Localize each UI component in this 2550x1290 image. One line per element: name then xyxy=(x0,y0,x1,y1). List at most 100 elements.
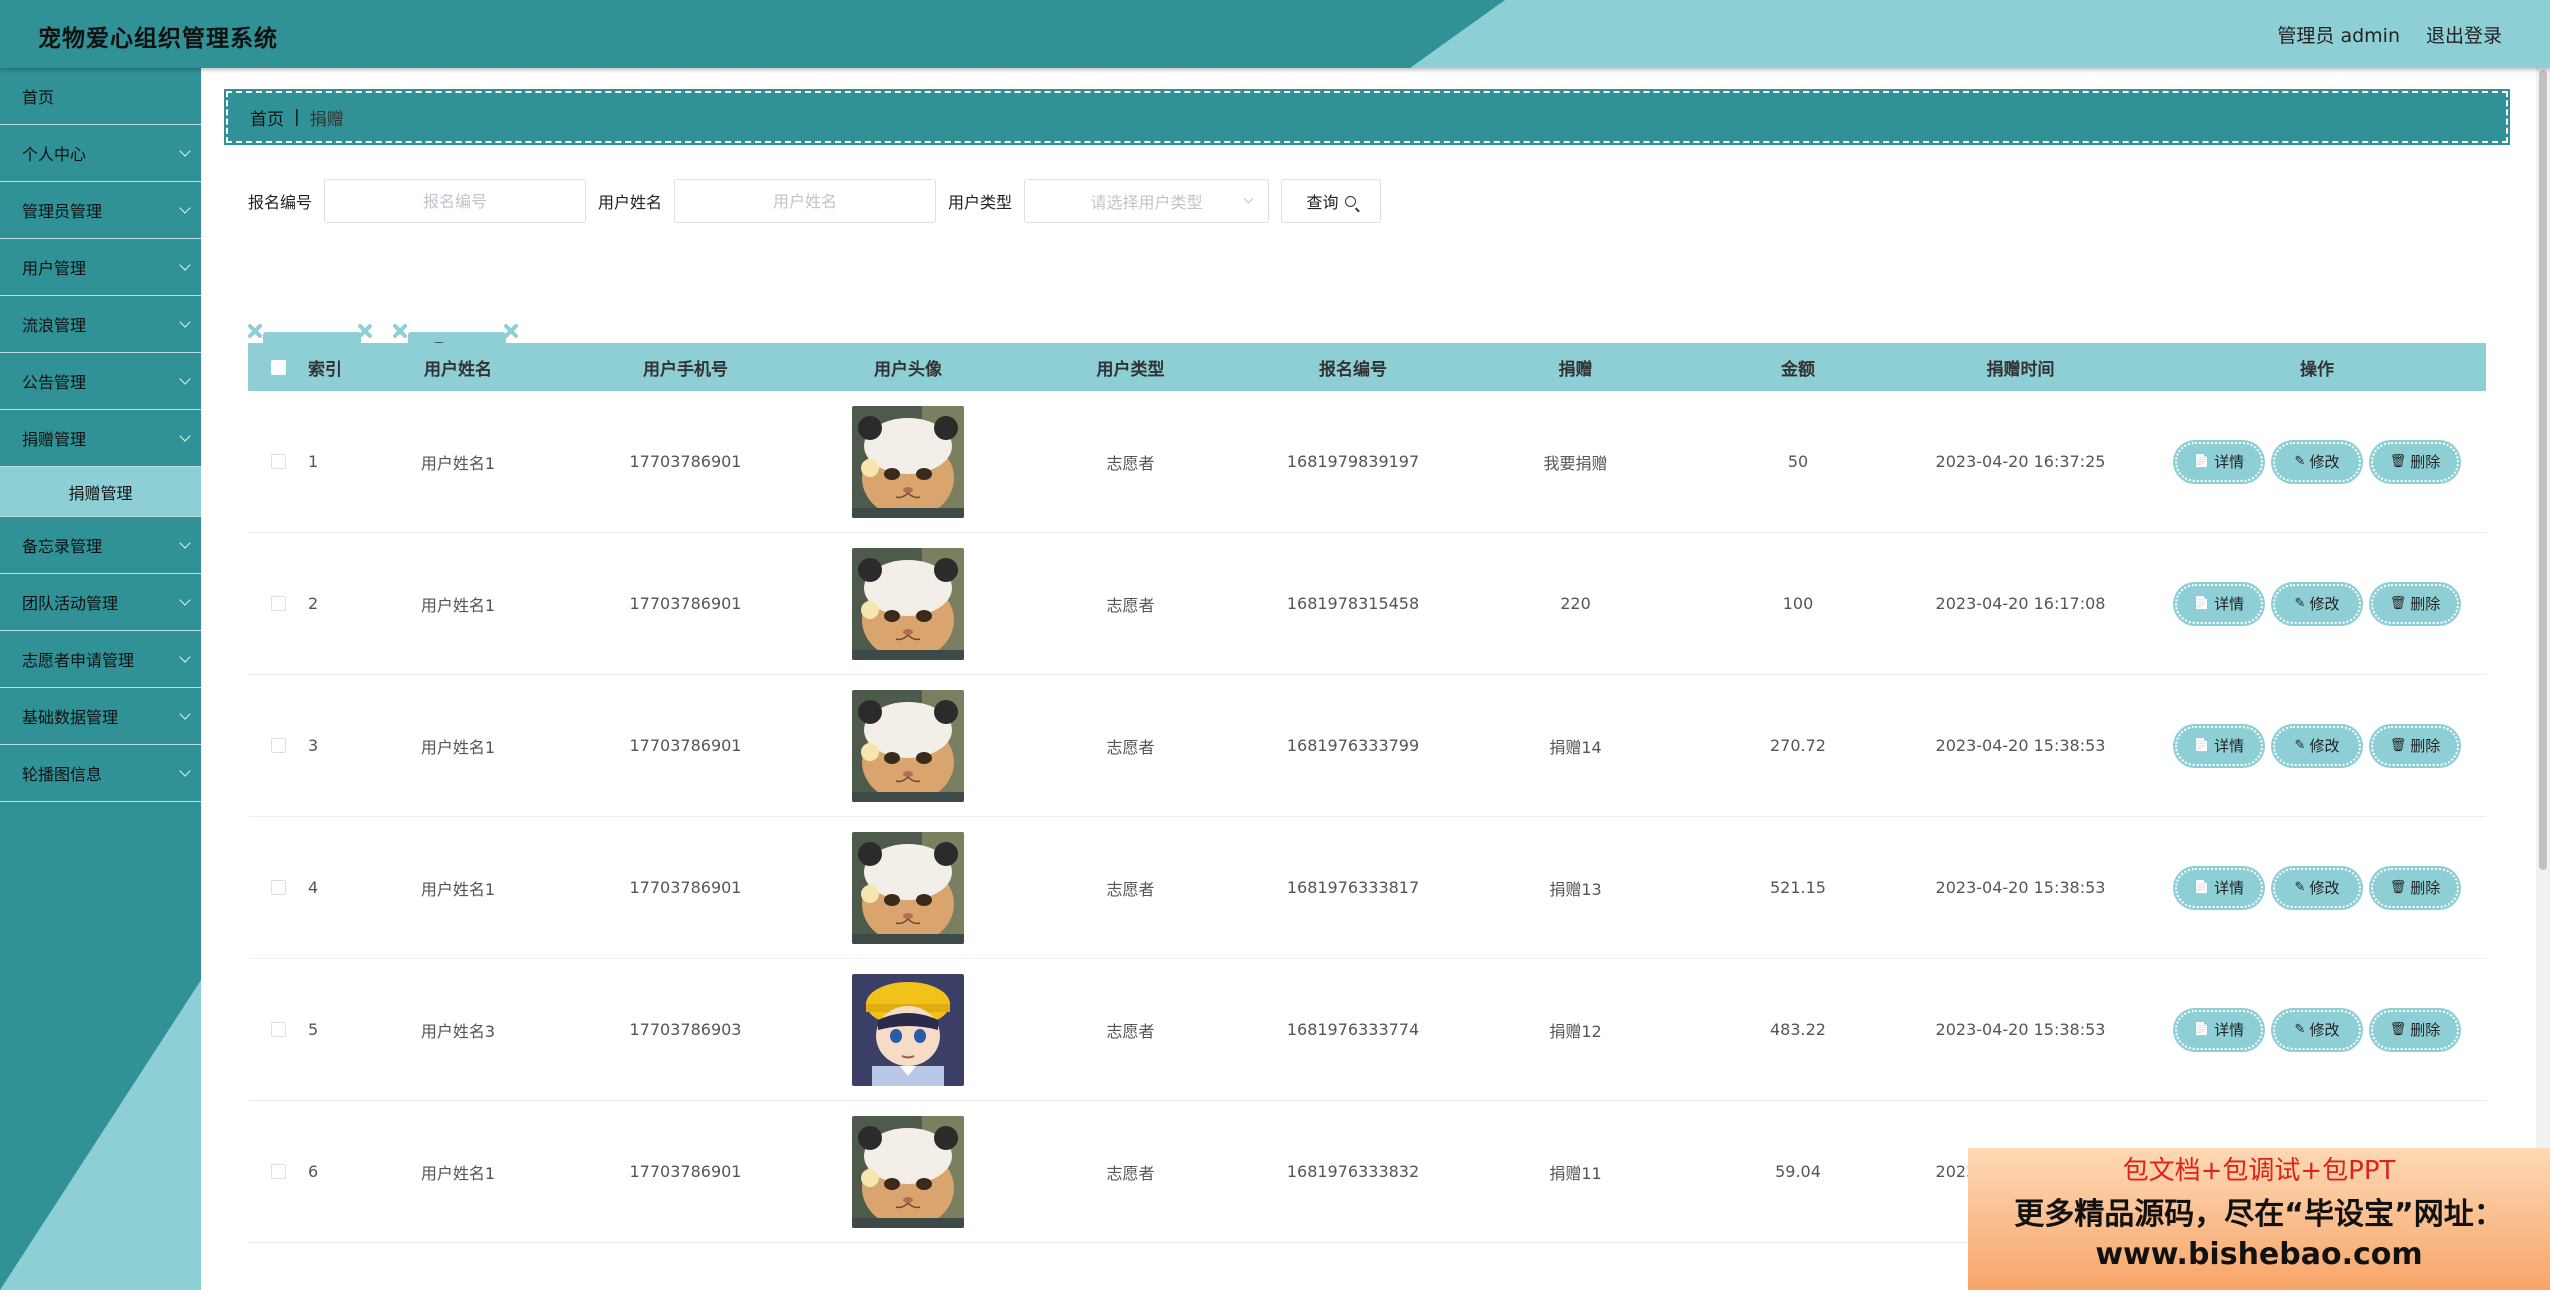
select-all-checkbox[interactable] xyxy=(270,359,286,375)
signup-no-input[interactable] xyxy=(324,179,587,223)
signup-no-label: 报名编号 xyxy=(248,193,313,212)
pencil-icon: ✎ xyxy=(2294,1022,2306,1037)
breadcrumb-separator: | xyxy=(294,107,300,127)
user-avatar-image xyxy=(852,1115,964,1228)
detail-button[interactable]: 📄详情 xyxy=(2175,867,2263,908)
sidebar-item-2[interactable]: 管理员管理 xyxy=(0,182,201,239)
logout-link[interactable]: 退出登录 xyxy=(2426,21,2502,48)
sidebar-item-label: 首页 xyxy=(22,88,55,107)
edit-button[interactable]: ✎修改 xyxy=(2273,725,2361,766)
row-checkbox[interactable] xyxy=(270,596,286,611)
cell-idx: 1 xyxy=(308,452,319,471)
sidebar-item-1[interactable]: 个人中心 xyxy=(0,125,201,182)
row-checkbox[interactable] xyxy=(270,1022,286,1037)
detail-button[interactable]: 📄详情 xyxy=(2175,1009,2263,1050)
cell-no: 1681976333832 xyxy=(1286,1162,1420,1181)
delete-button[interactable]: 🗑删除 xyxy=(2371,1009,2459,1050)
promo-line-1: 包文档+包调试+包PPT xyxy=(2122,1156,2396,1186)
detail-button[interactable]: 📄详情 xyxy=(2175,725,2263,766)
document-icon: 📄 xyxy=(2193,454,2211,469)
delete-button[interactable]: 🗑删除 xyxy=(2371,441,2459,482)
query-button[interactable]: 查询 xyxy=(1281,179,1382,223)
cell-no: 1681979839197 xyxy=(1286,452,1420,471)
sidebar-item-6[interactable]: 捐赠管理 xyxy=(0,410,201,467)
delete-button[interactable]: 🗑删除 xyxy=(2371,725,2459,766)
sidebar-item-label: 管理员管理 xyxy=(22,202,103,221)
row-actions: 📄详情✎修改🗑删除 xyxy=(2148,867,2486,908)
cell-name: 用户姓名1 xyxy=(420,453,496,473)
cell-time: 2023-04-20 15:38:53 xyxy=(1935,1020,2106,1039)
cell-idx: 5 xyxy=(308,1020,319,1039)
sidebar-item-label: 轮播图信息 xyxy=(22,765,103,784)
sidebar-item-5[interactable]: 公告管理 xyxy=(0,353,201,410)
avatar-cell xyxy=(813,547,1003,660)
sidebar-item-3[interactable]: 用户管理 xyxy=(0,239,201,296)
column-header: 用户头像 xyxy=(874,359,942,380)
chevron-down-icon xyxy=(179,373,191,385)
detail-button[interactable]: 📄详情 xyxy=(2175,583,2263,624)
donation-table: 索引 用户姓名 用户手机号 用户头像 用户类型 报名编号 捐赠 金额 捐赠时间 操作 1 用户姓名1… xyxy=(248,343,2486,1243)
sidebar-item-9[interactable]: 志愿者申请管理 xyxy=(0,631,201,688)
document-icon: 📄 xyxy=(2193,1022,2211,1037)
cell-type: 志愿者 xyxy=(1106,595,1155,615)
trash-icon: 🗑 xyxy=(2389,596,2407,611)
sidebar-item-8[interactable]: 团队活动管理 xyxy=(0,574,201,631)
cell-amount: 483.22 xyxy=(1770,1020,1826,1039)
cell-donation: 我要捐赠 xyxy=(1543,453,1608,473)
table-body: 1 用户姓名1 17703786901 志愿者 1681979839197 我要捐赠 50 2… xyxy=(248,391,2486,1243)
cell-no: 1681976333774 xyxy=(1286,1020,1420,1039)
sidebar-item-7[interactable]: 备忘录管理 xyxy=(0,517,201,574)
chevron-down-icon xyxy=(179,259,191,271)
cell-time: 2023-04-20 15:38:53 xyxy=(1935,736,2106,755)
user-type-select[interactable]: 请选择用户类型 xyxy=(1024,179,1270,223)
cell-type: 志愿者 xyxy=(1106,879,1155,899)
sidebar-item-10[interactable]: 基础数据管理 xyxy=(0,688,201,745)
edit-button[interactable]: ✎修改 xyxy=(2273,441,2361,482)
pencil-icon: ✎ xyxy=(2294,738,2306,753)
row-checkbox[interactable] xyxy=(270,738,286,753)
edit-button[interactable]: ✎修改 xyxy=(2273,583,2361,624)
edit-button[interactable]: ✎修改 xyxy=(2273,867,2361,908)
trash-icon: 🗑 xyxy=(2389,738,2407,753)
cell-no: 1681976333817 xyxy=(1286,878,1420,897)
delete-button[interactable]: 🗑删除 xyxy=(2371,867,2459,908)
sidebar-subitem-active[interactable]: 捐赠管理 xyxy=(0,467,201,517)
breadcrumb: 首页 | 捐赠 xyxy=(224,89,2510,145)
table-header: 索引 用户姓名 用户手机号 用户头像 用户类型 报名编号 捐赠 金额 捐赠时间 操作 xyxy=(248,343,2486,391)
cell-donation: 捐赠11 xyxy=(1549,1163,1602,1183)
column-header: 用户手机号 xyxy=(643,359,728,380)
promo-line-3: www.bishebao.com xyxy=(2095,1237,2423,1272)
edit-button[interactable]: ✎修改 xyxy=(2273,1009,2361,1050)
sidebar-item-0[interactable]: 首页 xyxy=(0,68,201,125)
page-scrollbar[interactable] xyxy=(2536,68,2550,1290)
scrollbar-thumb[interactable] xyxy=(2539,70,2547,870)
chevron-down-icon xyxy=(179,316,191,328)
column-header: 操作 xyxy=(2300,359,2334,380)
detail-button-label: 详情 xyxy=(2214,737,2245,755)
cell-amount: 59.04 xyxy=(1775,1162,1821,1181)
delete-button-label: 删除 xyxy=(2410,879,2441,897)
chevron-down-icon xyxy=(179,708,191,720)
delete-button-label: 删除 xyxy=(2410,453,2441,471)
user-type-placeholder: 请选择用户类型 xyxy=(1090,193,1203,212)
user-type-label: 用户类型 xyxy=(948,193,1013,212)
cell-name: 用户姓名1 xyxy=(420,1163,496,1183)
row-actions: 📄详情✎修改🗑删除 xyxy=(2148,441,2486,482)
avatar-cell xyxy=(813,1115,1003,1228)
sidebar-item-4[interactable]: 流浪管理 xyxy=(0,296,201,353)
sidebar-item-11[interactable]: 轮播图信息 xyxy=(0,745,201,802)
cell-name: 用户姓名3 xyxy=(420,1021,496,1041)
sidebar-menu: 首页 个人中心 管理员管理 用户管理 流浪管理 公告管理 捐赠管理 捐赠管理 备忘录管理 团队活动… xyxy=(0,68,201,802)
row-checkbox[interactable] xyxy=(270,454,286,469)
row-checkbox[interactable] xyxy=(270,1164,286,1179)
top-header: 宠物爱心组织管理系统 管理员 admin 退出登录 xyxy=(0,0,2550,68)
delete-button[interactable]: 🗑删除 xyxy=(2371,583,2459,624)
delete-button-label: 删除 xyxy=(2410,1021,2441,1039)
breadcrumb-home[interactable]: 首页 xyxy=(250,105,284,130)
detail-button[interactable]: 📄详情 xyxy=(2175,441,2263,482)
user-name-input[interactable] xyxy=(674,179,937,223)
row-checkbox[interactable] xyxy=(270,880,286,895)
table-row: 4 用户姓名1 17703786901 志愿者 1681976333817 捐赠13 521… xyxy=(248,817,2486,959)
pencil-icon: ✎ xyxy=(2294,880,2306,895)
user-avatar-image xyxy=(852,973,964,1086)
